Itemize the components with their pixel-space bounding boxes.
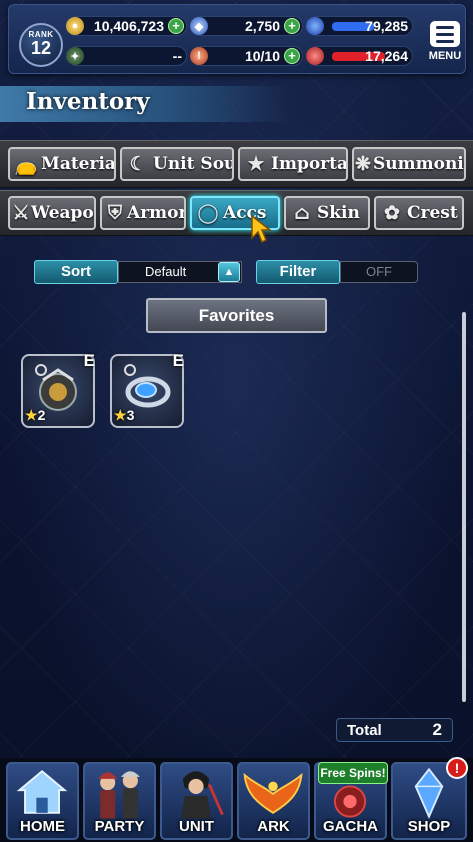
nav-party-label: PARTY — [94, 818, 145, 835]
armor-icon: ⛨ — [107, 202, 123, 224]
home-icon — [16, 770, 68, 814]
exp-orb-icon — [306, 17, 324, 35]
sword-icon: ⚔ — [12, 202, 30, 224]
hp-value: 17,264 — [365, 48, 408, 64]
rank-badge: RANK 12 — [19, 23, 63, 67]
rarity-star-icon: ★ — [114, 407, 127, 423]
filter-toggle[interactable]: OFF — [340, 261, 418, 283]
tab-armor-label: Armor — [127, 203, 186, 223]
inventory-item[interactable]: E ★3 — [110, 351, 184, 428]
hp-orb-icon — [306, 47, 324, 65]
nav-ark[interactable]: ARK — [237, 762, 310, 840]
hamburger-icon — [430, 21, 460, 47]
crest-icon: ✿ — [384, 202, 400, 224]
nav-unit[interactable]: UNIT — [160, 762, 233, 840]
stamina-counter: ! 10/10 + — [190, 46, 303, 66]
category-row-2: ⚔ Weapon ⛨ Armor ◯ Accs ⌂ Skin ✿ Crest — [0, 190, 473, 236]
ring-icon: ◯ — [197, 202, 219, 224]
tab-unit-soul-label: Unit Soul — [153, 154, 234, 174]
gil-coin-icon: ● — [66, 17, 84, 35]
tab-armor[interactable]: ⛨ Armor — [100, 196, 186, 230]
tab-summoning[interactable]: ❋ Summoning — [352, 147, 466, 181]
stamina-icon: ! — [190, 47, 208, 65]
hp-gauge: 17,264 — [306, 46, 413, 66]
shop-alert-badge: ! — [446, 757, 468, 779]
gil-counter: ● 10,406,723 + — [66, 16, 187, 36]
item-rarity-value: 2 — [37, 407, 46, 423]
nav-party[interactable]: PARTY — [83, 762, 156, 840]
equipped-mark: E — [172, 351, 184, 370]
nav-unit-label: UNIT — [179, 818, 214, 835]
bottom-nav: HOME PARTY UNIT ARK GACHA SHOP — [0, 758, 473, 842]
page-title: Inventory — [26, 88, 150, 115]
stamina-value: 10/10 — [244, 48, 280, 64]
add-gil-button[interactable]: + — [168, 18, 184, 34]
item-rarity: ★2 — [25, 407, 45, 424]
tab-material-label: Material — [41, 154, 116, 174]
add-stamina-button[interactable]: + — [284, 48, 300, 64]
star-icon: ★ — [247, 153, 265, 175]
tab-weapon-label: Weapon — [31, 203, 94, 223]
total-label: Total — [347, 721, 382, 739]
unit-character-icon — [180, 771, 224, 819]
hanger-icon: ⌂ — [294, 202, 310, 224]
crystal-icon: ◆ — [190, 17, 208, 35]
rarity-star-icon: ★ — [25, 407, 38, 423]
nav-home[interactable]: HOME — [6, 762, 79, 840]
nav-home-label: HOME — [20, 818, 65, 835]
exp-gauge: 79,285 — [306, 16, 413, 36]
total-value: 2 — [432, 720, 442, 739]
pointer-cursor-icon — [251, 214, 273, 244]
tab-important[interactable]: ★ Important — [238, 147, 348, 181]
add-crystal-button[interactable]: + — [284, 18, 300, 34]
menu-label: MENU — [428, 50, 462, 62]
sort-button[interactable]: Sort — [34, 260, 118, 284]
tab-crest[interactable]: ✿ Crest — [374, 196, 464, 230]
nav-shop-label: SHOP — [407, 818, 451, 835]
item-rarity: ★3 — [114, 407, 134, 424]
page-header: Inventory — [0, 86, 290, 122]
free-spins-badge: Free Spins! — [318, 762, 388, 784]
exp-value: 79,285 — [365, 18, 408, 34]
nav-gacha-label: GACHA — [323, 818, 378, 835]
item-rarity-value: 3 — [126, 407, 135, 423]
tab-material[interactable]: 👝 Material — [8, 147, 116, 181]
party-characters-icon — [98, 771, 140, 819]
guild-counter: ✦ -- — [66, 46, 187, 66]
menu-button[interactable]: MENU — [427, 21, 463, 71]
sort-order-button[interactable]: ▲ — [218, 262, 240, 282]
tab-unit-soul[interactable]: ☾ Unit Soul — [120, 147, 234, 181]
crystal-counter: ◆ 2,750 + — [190, 16, 303, 36]
filter-button[interactable]: Filter — [256, 260, 340, 284]
tab-skin[interactable]: ⌂ Skin — [284, 196, 370, 230]
tab-crest-label: Crest — [407, 203, 458, 223]
crystal-value: 2,750 — [244, 18, 280, 34]
phoenix-icon — [243, 772, 303, 814]
scrollbar[interactable] — [462, 312, 466, 702]
guild-emblem-icon: ✦ — [66, 47, 84, 65]
nav-ark-label: ARK — [257, 818, 290, 835]
favorites-button[interactable]: Favorites — [146, 298, 327, 333]
gil-value: 10,406,723 — [93, 18, 164, 34]
total-count: Total 2 — [336, 718, 453, 742]
unit-soul-icon: ☾ — [129, 153, 147, 175]
material-bag-icon: 👝 — [14, 153, 38, 176]
guild-value: -- — [172, 48, 182, 64]
tab-weapon[interactable]: ⚔ Weapon — [8, 196, 96, 230]
tab-summoning-label: Summoning — [373, 154, 464, 174]
tab-important-label: Important — [271, 154, 348, 174]
summoning-icon: ❋ — [355, 153, 371, 175]
equipped-mark: E — [83, 351, 95, 370]
category-row-1: 👝 Material ☾ Unit Soul ★ Important ❋ Sum… — [0, 140, 473, 188]
top-status-bar: RANK 12 ● 10,406,723 + ◆ 2,750 + 79,285 … — [8, 4, 466, 74]
tab-skin-label: Skin — [317, 203, 360, 223]
inventory-item[interactable]: E ★2 — [21, 351, 95, 428]
rank-value: 12 — [30, 38, 52, 58]
